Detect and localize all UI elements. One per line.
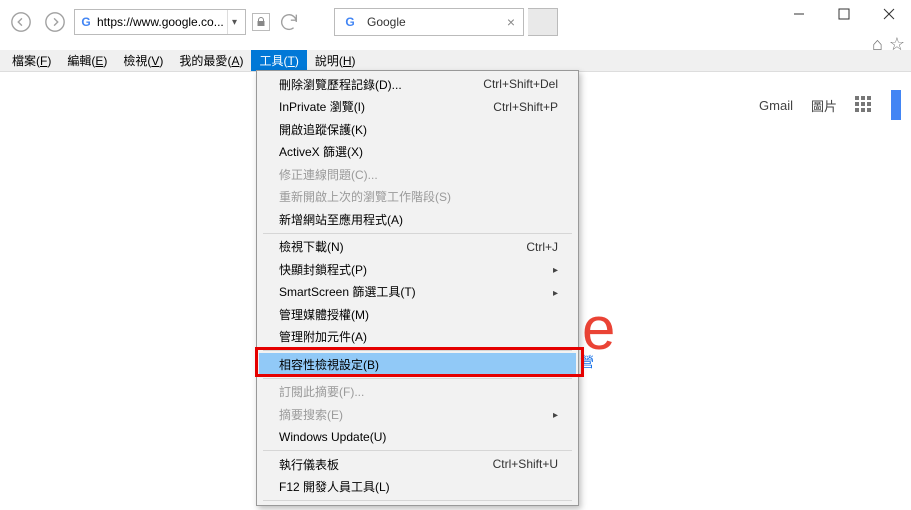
- address-dropdown-icon[interactable]: ▾: [227, 10, 241, 34]
- menu-view-downloads[interactable]: 檢視下載(N) Ctrl+J: [259, 236, 576, 259]
- url-text: https://www.google.co...: [97, 15, 227, 29]
- menu-media-license[interactable]: 管理媒體授權(M): [259, 303, 576, 326]
- menu-windows-update[interactable]: Windows Update(U): [259, 426, 576, 449]
- menu-separator: [263, 378, 572, 379]
- menu-add-site-app[interactable]: 新增網站至應用程式(A): [259, 208, 576, 231]
- menu-separator: [263, 233, 572, 234]
- blue-text-fragment: 營: [580, 352, 594, 372]
- menu-separator: [263, 350, 572, 351]
- tab-title: Google: [367, 15, 507, 29]
- minimize-button[interactable]: [776, 0, 821, 28]
- new-tab-button[interactable]: [528, 8, 558, 36]
- menubar-file[interactable]: 檔案(F): [4, 50, 59, 71]
- menu-feed-search: 摘要搜索(E): [259, 403, 576, 426]
- menu-inprivate[interactable]: InPrivate 瀏覽(I) Ctrl+Shift+P: [259, 96, 576, 119]
- menu-manage-addons[interactable]: 管理附加元件(A): [259, 326, 576, 349]
- menu-bar: 檔案(F) 編輯(E) 檢視(V) 我的最愛(A) 工具(T) 說明(H): [0, 50, 911, 72]
- site-favicon: G: [79, 15, 93, 29]
- back-button[interactable]: [6, 7, 36, 37]
- window-controls: [776, 0, 911, 28]
- menu-separator: [263, 500, 572, 501]
- forward-button[interactable]: [40, 7, 70, 37]
- refresh-button[interactable]: [274, 7, 304, 37]
- menubar-fav[interactable]: 我的最愛(A): [171, 50, 251, 71]
- menu-f12-devtools[interactable]: F12 開發人員工具(L): [259, 476, 576, 499]
- menu-reopen-session: 重新開啟上次的瀏覽工作階段(S): [259, 186, 576, 209]
- menu-delete-history[interactable]: 刪除瀏覽歷程記錄(D)... Ctrl+Shift+Del: [259, 73, 576, 96]
- menu-performance-dashboard[interactable]: 執行儀表板 Ctrl+Shift+U: [259, 453, 576, 476]
- address-bar[interactable]: G https://www.google.co... ▾: [74, 9, 246, 35]
- menu-smartscreen[interactable]: SmartScreen 篩選工具(T): [259, 281, 576, 304]
- menu-popup-blocker[interactable]: 快顯封鎖程式(P): [259, 258, 576, 281]
- close-icon[interactable]: ×: [507, 14, 515, 30]
- menu-fix-connection: 修正連線問題(C)...: [259, 163, 576, 186]
- signin-button-edge[interactable]: [891, 90, 901, 120]
- lock-icon[interactable]: [252, 13, 270, 31]
- menu-separator: [263, 450, 572, 451]
- menu-subscribe-feed: 訂閱此摘要(F)...: [259, 381, 576, 404]
- gmail-link[interactable]: Gmail: [759, 98, 793, 113]
- tools-menu: 刪除瀏覽歷程記錄(D)... Ctrl+Shift+Del InPrivate …: [256, 70, 579, 506]
- menu-tracking[interactable]: 開啟追蹤保護(K): [259, 118, 576, 141]
- menubar-help[interactable]: 說明(H): [307, 50, 364, 71]
- menubar-view[interactable]: 檢視(V): [115, 50, 171, 71]
- close-window-button[interactable]: [866, 0, 911, 28]
- maximize-button[interactable]: [821, 0, 866, 28]
- menubar-edit[interactable]: 編輯(E): [59, 50, 115, 71]
- menubar-tools[interactable]: 工具(T): [251, 50, 306, 71]
- menu-activex[interactable]: ActiveX 篩選(X): [259, 141, 576, 164]
- menu-compatibility-view[interactable]: 相容性檢視設定(B): [259, 353, 576, 376]
- tab-favicon: G: [343, 15, 357, 29]
- images-link[interactable]: 圖片: [811, 96, 837, 115]
- tab-google[interactable]: G Google ×: [334, 8, 524, 36]
- apps-grid-icon[interactable]: [855, 96, 873, 114]
